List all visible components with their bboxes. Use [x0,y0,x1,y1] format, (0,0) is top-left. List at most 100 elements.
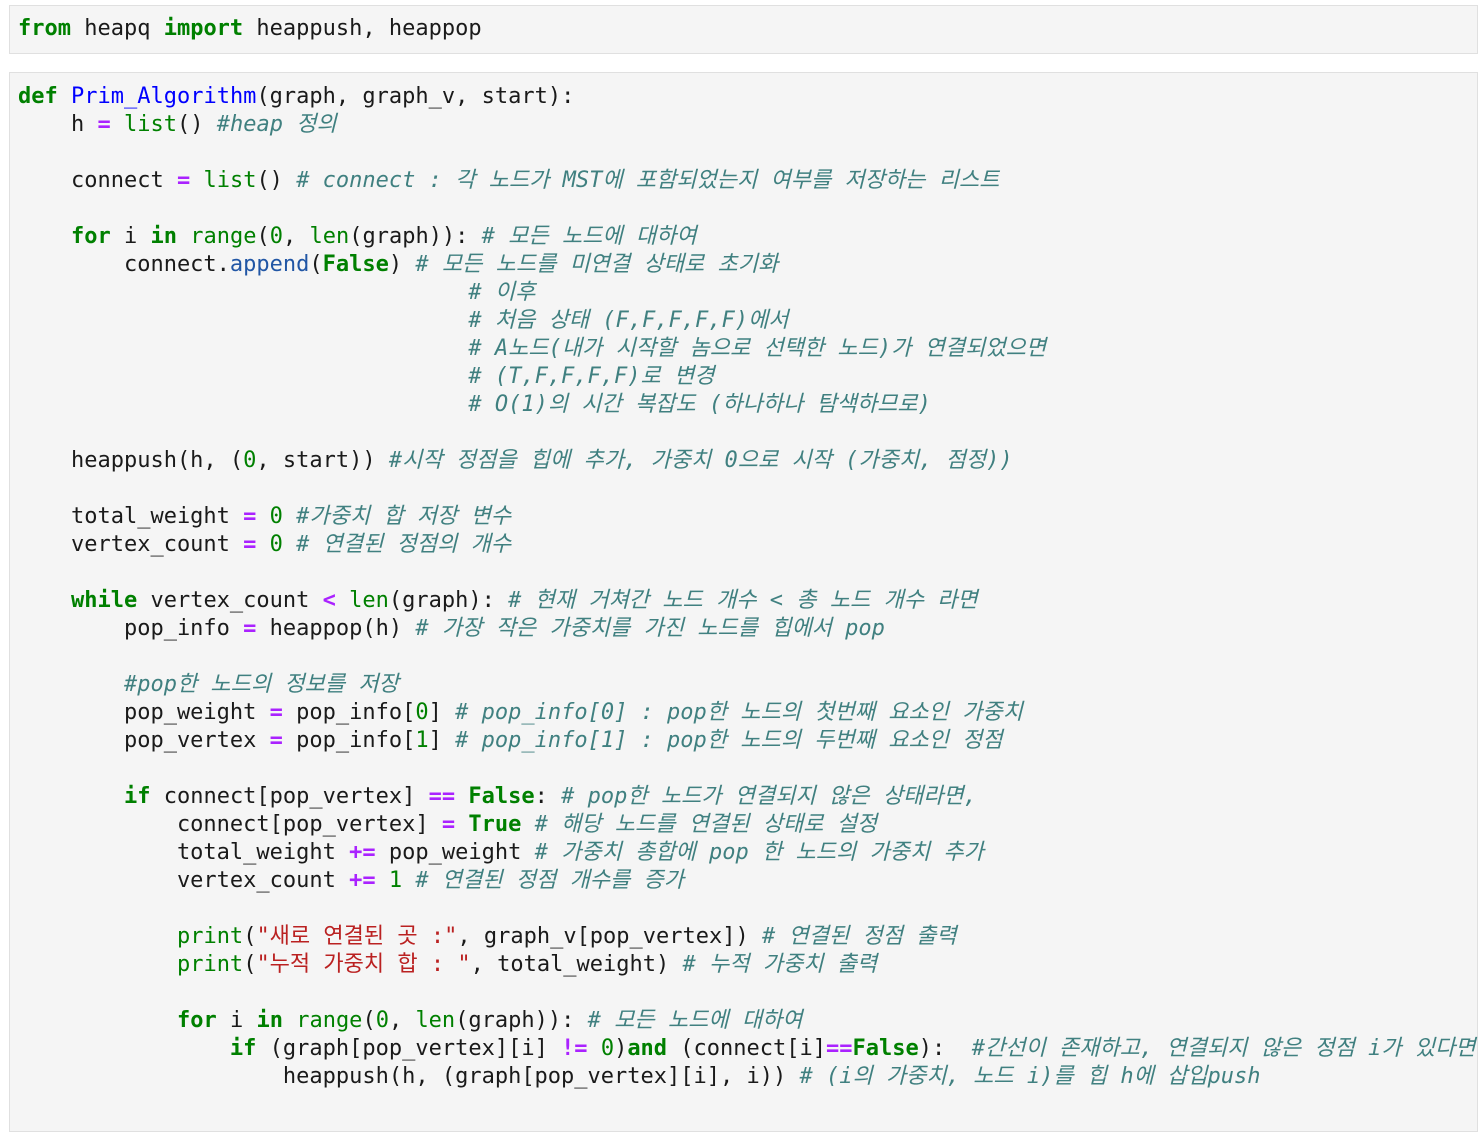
code-text: heappush, heappop [243,16,482,41]
code-block[interactable]: from heapq import heappush, heappop [18,15,482,43]
code-text: connect. [18,252,230,277]
number-token: 0 [600,1036,615,1061]
operator-token: = [269,700,283,725]
code-text: total_weight [18,504,244,529]
builtin-token: range [296,1008,363,1033]
code-line: total_weight += pop_weight # 가중치 총합에 pop… [18,839,1476,867]
import-code-cell[interactable]: from heapq import heappush, heappop [9,5,1478,54]
code-text: pop_weight [375,840,535,865]
builtin-token: len [309,224,350,249]
keyword-token: if [123,784,151,809]
comment-token: # (T,F,F,F,F)로 변경 [468,364,715,389]
number-token: 1 [415,728,429,753]
code-text: , start)) [256,448,389,473]
function-name-token: Prim_Algorithm [71,84,257,109]
number-token: 0 [415,700,429,725]
operator-token: = [269,728,283,753]
code-text: ( [309,252,323,277]
number-token: 0 [243,448,257,473]
operator-token: = [176,168,191,193]
code-text: (graph)): [349,224,482,249]
code-text: pop_weight [18,700,270,725]
code-text: connect [18,168,177,193]
code-line: def Prim_Algorithm(graph, graph_v, start… [18,83,1476,111]
keyword-token: def [18,84,58,109]
comment-token: # 처음 상태 (F,F,F,F,F)에서 [468,308,789,333]
comment-token: # pop_info[1] : pop한 노드의 두번째 요소인 정점 [455,728,1003,753]
code-text: ( [243,924,257,949]
code-text: , [282,224,310,249]
keyword-token: in [256,1008,283,1033]
code-text: heappush(h, ( [18,448,244,473]
operator-token: == [826,1036,853,1061]
prim-algorithm-code-cell[interactable]: def Prim_Algorithm(graph, graph_v, start… [9,72,1478,1132]
comment-token: # connect : 각 노드가 MST에 포함되었는지 여부를 저장하는 리… [296,168,1000,193]
code-line: # A노드(내가 시작할 놈으로 선택한 노드)가 연결되었으면 [18,335,1476,363]
operator-token: = [97,112,111,137]
operator-token: = [243,504,257,529]
comment-token: # pop한 노드가 연결되지 않은 상태라면, [561,784,977,809]
builtin-token: len [349,588,389,613]
builtin-token: range [190,224,257,249]
code-line: for i in range(0, len(graph)): # 모든 노드에 … [18,1007,1476,1035]
number-token: 0 [269,504,283,529]
keyword-token: and [627,1036,668,1061]
code-text: vertex_count [137,588,323,613]
code-block[interactable]: def Prim_Algorithm(graph, graph_v, start… [18,83,1476,1091]
code-text: heapq [70,16,164,41]
code-line: connect.append(False) # 모든 노드를 미연결 상태로 초… [18,251,1476,279]
operator-token: = [243,532,257,557]
code-text: (graph[pop_vertex][i] [256,1036,562,1061]
operator-token: = [243,616,257,641]
number-token: 1 [388,868,403,893]
string-token: "새로 연결된 곳 :" [256,924,458,949]
comment-token: # 해당 노드를 연결된 상태로 설정 [534,812,878,837]
code-text: () [176,112,217,137]
code-text: ] [428,700,456,725]
comment-token: # 연결된 정점의 개수 [296,532,512,557]
comment-token: # 현재 거쳐간 노드 개수 < 총 노드 개수 라면 [508,588,978,613]
code-line: print("새로 연결된 곳 :", graph_v[pop_vertex])… [18,923,1476,951]
operator-token: += [349,840,376,865]
code-text: heappush(h, (graph[pop_vertex][i], i)) [18,1064,800,1089]
code-text: connect[pop_vertex] [150,784,429,809]
comment-token: # pop_info[0] : pop한 노드의 첫번째 요소인 가중치 [455,700,1023,725]
code-text: , graph_v[pop_vertex]) [457,924,762,949]
code-text: , [388,1008,416,1033]
code-line: h = list() #heap 정의 [18,111,1476,139]
code-text: ( [362,1008,376,1033]
builtin-token: list [123,112,177,137]
string-token: "누적 가중치 합 : " [256,952,471,977]
keyword-token: import [163,16,244,41]
code-text: pop_vertex [18,728,270,753]
code-line: print("누적 가중치 합 : ", total_weight) # 누적 … [18,951,1476,979]
comment-token: #간선이 존재하고, 연결되지 않은 정점 i가 있다면 [971,1036,1476,1061]
code-line: if connect[pop_vertex] == False: # pop한 … [18,783,1476,811]
code-text: total_weight [18,840,350,865]
comment-token: #시작 정점을 힙에 추가, 가중치 0으로 시작 (가중치, 점정)) [388,448,1013,473]
code-text: ] [428,728,456,753]
code-line: vertex_count += 1 # 연결된 정점 개수를 증가 [18,867,1476,895]
keyword-token: True [468,812,522,837]
operator-token: < [322,588,336,613]
code-line: # O(1)의 시간 복잡도 (하나하나 탐색하므로) [18,391,1476,419]
builtin-token: len [415,1008,456,1033]
code-text: ) [614,1036,628,1061]
code-line: connect = list() # connect : 각 노드가 MST에 … [18,167,1476,195]
